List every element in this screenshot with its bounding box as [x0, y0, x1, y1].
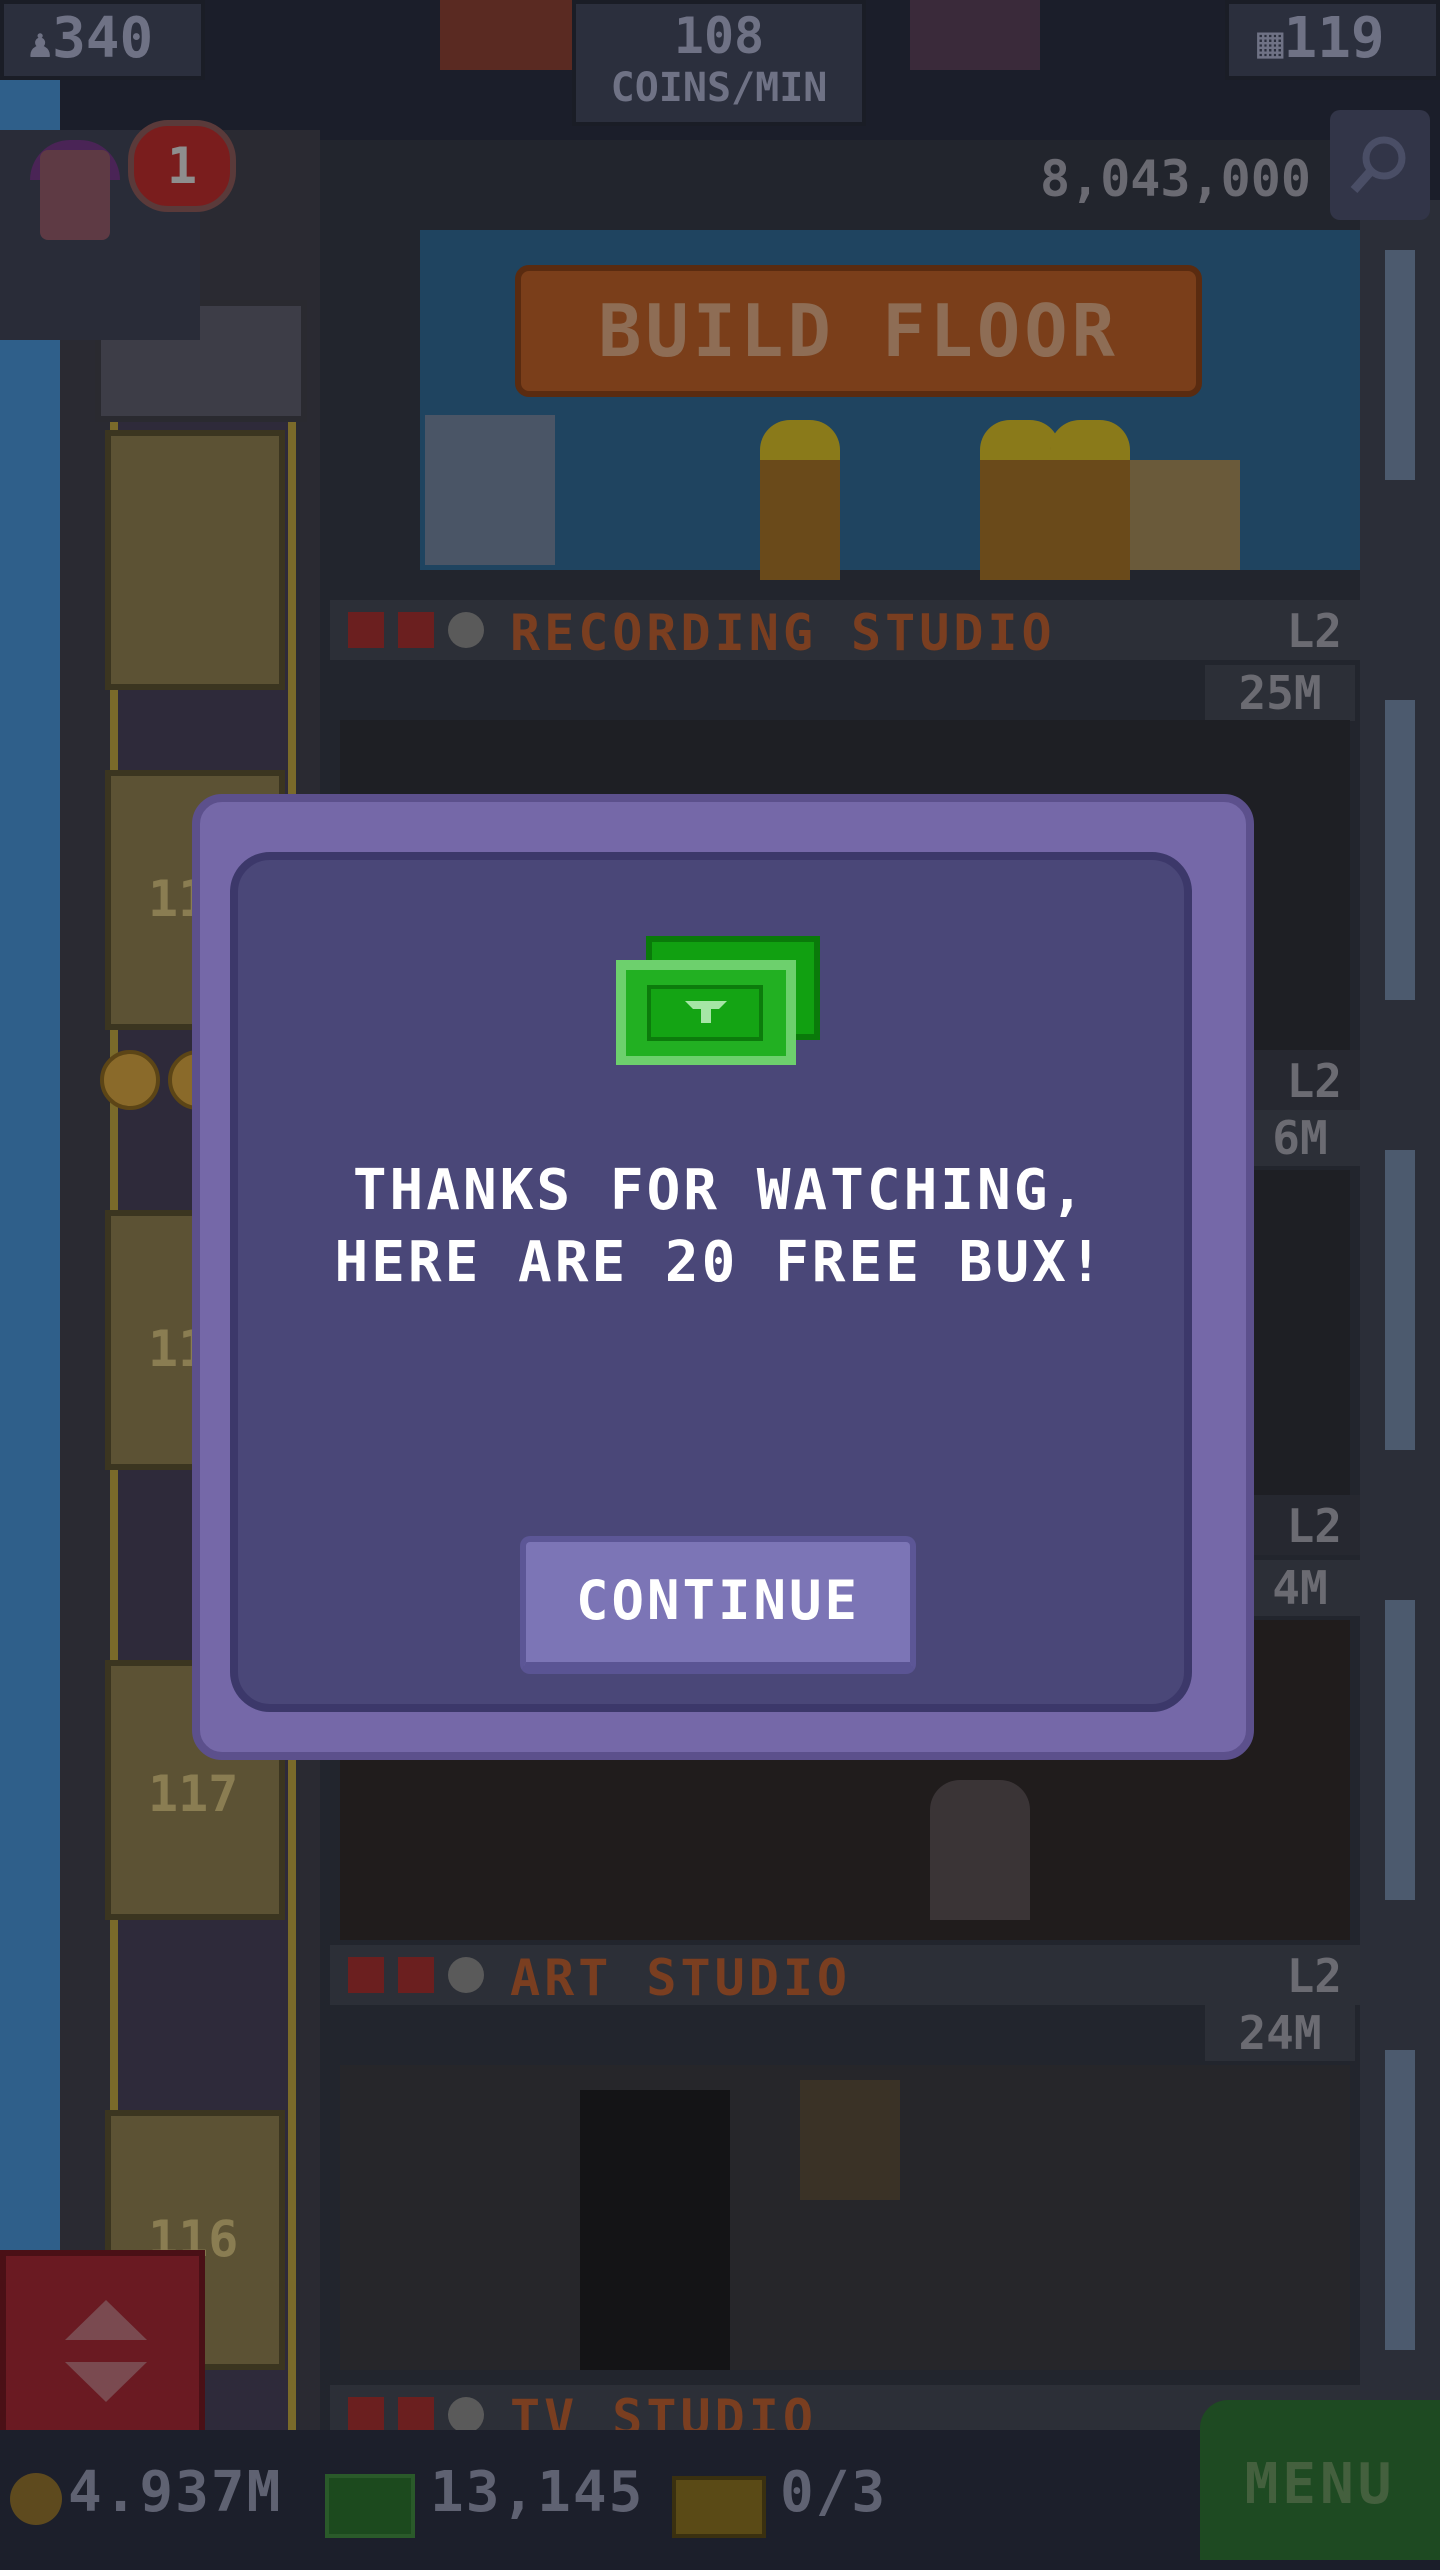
build-floor-cost: 8,043,000: [1040, 150, 1311, 208]
coin-icon: [10, 2473, 62, 2525]
window: [1385, 1150, 1415, 1450]
search-button[interactable]: [1330, 110, 1430, 220]
floor-value-badge: 4M: [1240, 1560, 1360, 1616]
bux-icon: [325, 2474, 415, 2538]
painting: [800, 2080, 900, 2200]
person-icon: ♟: [28, 21, 53, 67]
window: [1385, 700, 1415, 1000]
floor-header-recording-studio[interactable]: RECORDING STUDIO L2: [330, 600, 1360, 662]
magnifier-icon: [1350, 136, 1406, 193]
elevator-floor-cell: [105, 430, 285, 690]
notification-badge: 1: [128, 120, 236, 212]
construction-board: [425, 415, 555, 565]
population-value: 340: [52, 6, 154, 71]
floor-header-art-studio[interactable]: ART STUDIO L2: [330, 1945, 1360, 2007]
up-down-arrows-icon: [65, 2300, 147, 2402]
ticket-icon: [672, 2476, 766, 2538]
cross-icon: [398, 2397, 434, 2433]
floor-value-badge: 6M: [1240, 1110, 1360, 1166]
reward-message: THANKS FOR WATCHING, HERE ARE 20 FREE BU…: [300, 1155, 1140, 1299]
floor-counter[interactable]: ▦119: [1225, 0, 1440, 80]
window: [1385, 1600, 1415, 1900]
coins-per-min-label: COINS/MIN: [610, 65, 828, 111]
bux-balance[interactable]: 13,145: [430, 2460, 644, 2525]
shaft-floor-number: 117: [148, 1765, 239, 1823]
menu-button[interactable]: MENU: [1200, 2400, 1440, 2560]
room-occupant: [930, 1780, 1030, 1920]
floor-value-badge: 25M: [1205, 665, 1355, 721]
build-floor-sign[interactable]: BUILD FLOOR: [515, 265, 1202, 397]
floor-count-value: 119: [1283, 6, 1385, 71]
sky-background: [0, 0, 60, 2560]
floor-value-badge: 24M: [1205, 2005, 1355, 2061]
floor-level: L2: [1286, 604, 1342, 658]
floor-level: L2: [1286, 1499, 1342, 1553]
reward-message-line1: THANKS FOR WATCHING,: [352, 1158, 1088, 1223]
population-counter[interactable]: ♟340: [0, 0, 205, 80]
elevator-updown-button[interactable]: [0, 2250, 205, 2455]
clock-icon: [448, 612, 484, 648]
rooftop-decor: [910, 0, 1040, 70]
floor-level: L2: [1286, 1949, 1342, 2003]
coins-per-min-value: 108: [673, 7, 765, 65]
bux-reward-icon: [616, 936, 820, 1065]
construction-worker: [760, 420, 840, 580]
cross-icon: [398, 1957, 434, 1993]
window: [1385, 250, 1415, 480]
construction-boxes: [1130, 460, 1240, 570]
floor-level: L2: [1286, 1054, 1342, 1108]
clock-icon: [448, 2397, 484, 2433]
tickets-count[interactable]: 0/3: [780, 2460, 887, 2525]
cross-icon: [348, 2397, 384, 2433]
coins-per-min-panel: 108 COINS/MIN: [572, 0, 866, 126]
building-icon: ▦: [1257, 17, 1284, 68]
cross-icon: [348, 612, 384, 648]
reward-message-line2: HERE ARE 20 FREE BUX!: [334, 1230, 1106, 1295]
cross-icon: [348, 1957, 384, 1993]
construction-worker: [1050, 420, 1130, 580]
clock-icon: [448, 1957, 484, 1993]
window: [1385, 2050, 1415, 2350]
construction-worker: [980, 420, 1060, 580]
cross-icon: [398, 612, 434, 648]
continue-button[interactable]: CONTINUE: [520, 1536, 916, 1674]
floor-name: ART STUDIO: [510, 1949, 852, 2007]
coins-balance[interactable]: 4.937M: [68, 2460, 282, 2525]
visitor-avatar[interactable]: [40, 150, 110, 240]
coin-icon[interactable]: [100, 1050, 160, 1110]
floor-name: RECORDING STUDIO: [510, 604, 1056, 662]
art-studio-door: [580, 2090, 730, 2370]
